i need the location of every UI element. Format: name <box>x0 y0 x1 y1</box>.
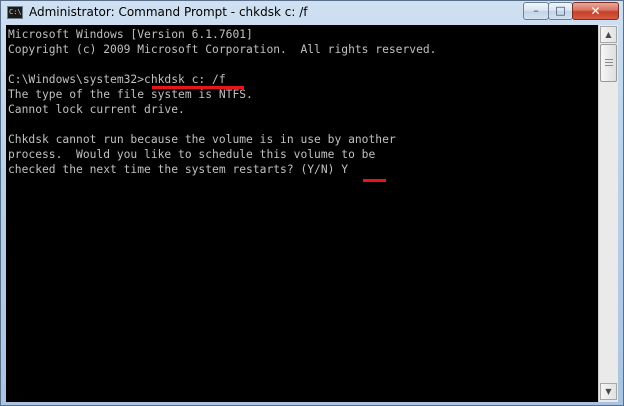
command-prompt-window: C:\ Administrator: Command Prompt - chkd… <box>0 0 624 406</box>
scroll-up-button[interactable]: ▲ <box>600 26 617 43</box>
close-icon: ✕ <box>590 4 601 18</box>
console-line-filesystem: The type of the file system is NTFS. <box>8 88 253 101</box>
maximize-icon: □ <box>555 4 566 17</box>
scrollbar-thumb[interactable] <box>600 44 617 82</box>
console-line-lock-error: Cannot lock current drive. <box>8 103 185 116</box>
answer-highlight-underline <box>363 179 386 182</box>
maximize-button[interactable]: □ <box>548 2 573 20</box>
grip-line <box>605 62 613 63</box>
minimize-icon: – <box>533 4 539 17</box>
console-line-message: Chkdsk cannot run because the volume is … <box>8 133 396 146</box>
arrow-up-icon: ▲ <box>605 30 612 39</box>
command-highlight-underline <box>152 86 244 89</box>
title-bar[interactable]: C:\ Administrator: Command Prompt - chkd… <box>1 1 623 25</box>
scroll-down-button[interactable]: ▼ <box>600 383 617 400</box>
console-line-version: Microsoft Windows [Version 6.1.7601] <box>8 28 253 41</box>
grip-line <box>605 65 613 66</box>
console-line-command: C:\Windows\system32>chkdsk c: /f <box>8 73 226 86</box>
console-line-prompt-answer: checked the next time the system restart… <box>8 163 349 176</box>
console-output[interactable]: Microsoft Windows [Version 6.1.7601] Cop… <box>6 25 598 402</box>
console-line-message: process. Would you like to schedule this… <box>8 148 376 161</box>
vertical-scrollbar[interactable]: ▲ ▼ <box>598 25 618 402</box>
close-button[interactable]: ✕ <box>572 2 619 20</box>
minimize-button[interactable]: – <box>523 2 549 20</box>
window-title: Administrator: Command Prompt - chkdsk c… <box>29 5 308 19</box>
grip-line <box>605 59 613 60</box>
command-prompt-icon[interactable]: C:\ <box>7 6 23 19</box>
console-line-copyright: Copyright (c) 2009 Microsoft Corporation… <box>8 43 437 56</box>
arrow-down-icon: ▼ <box>605 387 612 396</box>
